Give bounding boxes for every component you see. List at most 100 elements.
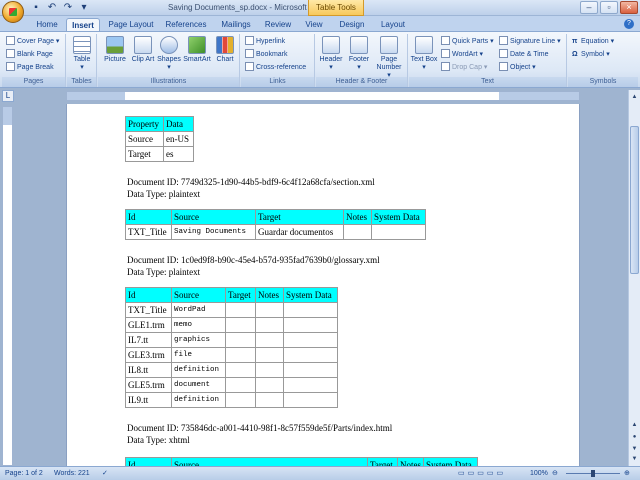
- table-cell[interactable]: [225, 302, 256, 318]
- smartart-button[interactable]: SmartArt: [182, 36, 212, 64]
- table-cell[interactable]: [283, 302, 338, 318]
- tab-layout[interactable]: Layout: [376, 18, 410, 32]
- tab-view[interactable]: View: [300, 18, 328, 32]
- zoom-level[interactable]: 100%: [530, 467, 548, 480]
- header-cell[interactable]: System Data: [423, 457, 478, 466]
- table-cell[interactable]: memo: [171, 317, 226, 333]
- table-cell[interactable]: [283, 362, 338, 378]
- symbol-button[interactable]: Ω Symbol ▾: [572, 49, 610, 61]
- table-cell[interactable]: [255, 332, 284, 348]
- vertical-ruler[interactable]: [2, 106, 13, 466]
- table-button[interactable]: Table ▾: [67, 36, 97, 72]
- table-section[interactable]: Id Source Target Notes System Data TXT_T…: [125, 209, 426, 240]
- table-cell[interactable]: [255, 362, 284, 378]
- table-cell[interactable]: [343, 224, 372, 240]
- table-index[interactable]: Id Source Target Notes System Data: [125, 457, 478, 466]
- hyperlink-button[interactable]: Hyperlink: [245, 36, 285, 48]
- table-cell[interactable]: IL8.tt: [125, 362, 172, 378]
- table-cell[interactable]: Saving Documents: [171, 224, 256, 240]
- table-cell[interactable]: [225, 392, 256, 408]
- table-cell[interactable]: es: [163, 146, 194, 162]
- cover-page-button[interactable]: Cover Page ▾: [6, 36, 59, 48]
- horizontal-ruler[interactable]: [66, 91, 580, 101]
- minimize-button[interactable]: –: [580, 1, 598, 14]
- document-page[interactable]: Property Data Source en-US Target es Doc…: [66, 104, 580, 466]
- table-cell[interactable]: [283, 317, 338, 333]
- table-cell[interactable]: IL7.tt: [125, 332, 172, 348]
- table-cell[interactable]: TXT_Title: [125, 224, 172, 240]
- tab-references[interactable]: References: [160, 18, 212, 32]
- table-cell[interactable]: GLE3.trm: [125, 347, 172, 363]
- scroll-thumb[interactable]: [630, 126, 639, 274]
- signature-line-button[interactable]: Signature Line ▾: [499, 36, 561, 48]
- table-cell[interactable]: [225, 332, 256, 348]
- blank-page-button[interactable]: Blank Page: [6, 49, 53, 61]
- header-button[interactable]: Header ▾: [316, 36, 346, 72]
- table-cell[interactable]: [225, 362, 256, 378]
- table-cell[interactable]: en-US: [163, 131, 194, 147]
- header-cell[interactable]: System Data: [371, 209, 426, 225]
- table-cell[interactable]: [283, 332, 338, 348]
- table-cell[interactable]: document: [171, 377, 226, 393]
- table-cell[interactable]: [225, 347, 256, 363]
- tab-page-layout[interactable]: Page Layout: [104, 18, 158, 32]
- header-cell[interactable]: Source: [171, 209, 256, 225]
- header-cell[interactable]: Notes: [343, 209, 372, 225]
- quick-parts-button[interactable]: Quick Parts ▾: [441, 36, 494, 48]
- customize-qat-icon[interactable]: ▾: [78, 2, 90, 13]
- word-count[interactable]: Words: 221: [54, 467, 90, 480]
- table-cell[interactable]: graphics: [171, 332, 226, 348]
- wordart-button[interactable]: WordArt ▾: [441, 49, 483, 61]
- chart-button[interactable]: Chart: [210, 36, 240, 64]
- table-cell[interactable]: file: [171, 347, 226, 363]
- maximize-button[interactable]: ▫: [600, 1, 618, 14]
- redo-icon[interactable]: ↷: [62, 2, 74, 13]
- header-cell[interactable]: Notes: [255, 287, 284, 303]
- shapes-button[interactable]: Shapes ▾: [154, 36, 184, 72]
- table-cell[interactable]: IL9.tt: [125, 392, 172, 408]
- tab-home[interactable]: Home: [30, 18, 64, 32]
- page-count[interactable]: Page: 1 of 2: [5, 467, 43, 480]
- table-properties[interactable]: Property Data Source en-US Target es: [125, 116, 194, 162]
- table-cell-active[interactable]: Guardar documentos: [255, 224, 344, 240]
- header-cell[interactable]: Source: [171, 457, 368, 466]
- save-icon[interactable]: ▪: [30, 2, 42, 13]
- zoom-in-icon[interactable]: ⊕: [624, 467, 630, 480]
- tab-design[interactable]: Design: [334, 18, 370, 32]
- table-cell[interactable]: Source: [125, 131, 164, 147]
- close-button[interactable]: ×: [620, 1, 638, 14]
- date-time-button[interactable]: Date & Time: [499, 49, 549, 61]
- header-cell[interactable]: Target: [367, 457, 398, 466]
- select-browse-object-icon[interactable]: ●: [630, 432, 639, 442]
- header-cell[interactable]: Source: [171, 287, 226, 303]
- header-cell[interactable]: Property: [125, 116, 164, 132]
- picture-button[interactable]: Picture: [100, 36, 130, 64]
- table-cell[interactable]: [371, 224, 426, 240]
- header-cell[interactable]: Target: [255, 209, 344, 225]
- header-cell[interactable]: Notes: [397, 457, 424, 466]
- table-cell[interactable]: [225, 317, 256, 333]
- tab-selector[interactable]: L: [2, 90, 14, 102]
- table-cell[interactable]: [255, 347, 284, 363]
- tab-mailings[interactable]: Mailings: [214, 18, 258, 32]
- table-cell[interactable]: [255, 392, 284, 408]
- proofing-icon[interactable]: ✓: [102, 467, 108, 480]
- object-button[interactable]: Object ▾: [499, 62, 536, 74]
- header-cell[interactable]: Id: [125, 287, 172, 303]
- table-cell[interactable]: [225, 377, 256, 393]
- previous-page-icon[interactable]: ▲: [630, 420, 639, 430]
- table-cell[interactable]: GLE5.trm: [125, 377, 172, 393]
- tab-insert[interactable]: Insert: [66, 18, 100, 32]
- table-cell[interactable]: [255, 302, 284, 318]
- undo-icon[interactable]: ↶: [46, 2, 58, 13]
- page-number-button[interactable]: Page Number ▾: [374, 36, 404, 80]
- page-break-button[interactable]: Page Break: [6, 62, 54, 74]
- header-cell[interactable]: Id: [125, 457, 172, 466]
- table-cell[interactable]: [283, 392, 338, 408]
- scroll-up-icon[interactable]: ▲: [630, 92, 639, 102]
- zoom-out-icon[interactable]: ⊖: [552, 467, 558, 480]
- vertical-scrollbar[interactable]: ▲ ▲ ● ▼ ▼: [628, 90, 640, 466]
- table-cell[interactable]: GLE1.trm: [125, 317, 172, 333]
- table-cell[interactable]: WordPad: [171, 302, 226, 318]
- header-cell[interactable]: Data: [163, 116, 194, 132]
